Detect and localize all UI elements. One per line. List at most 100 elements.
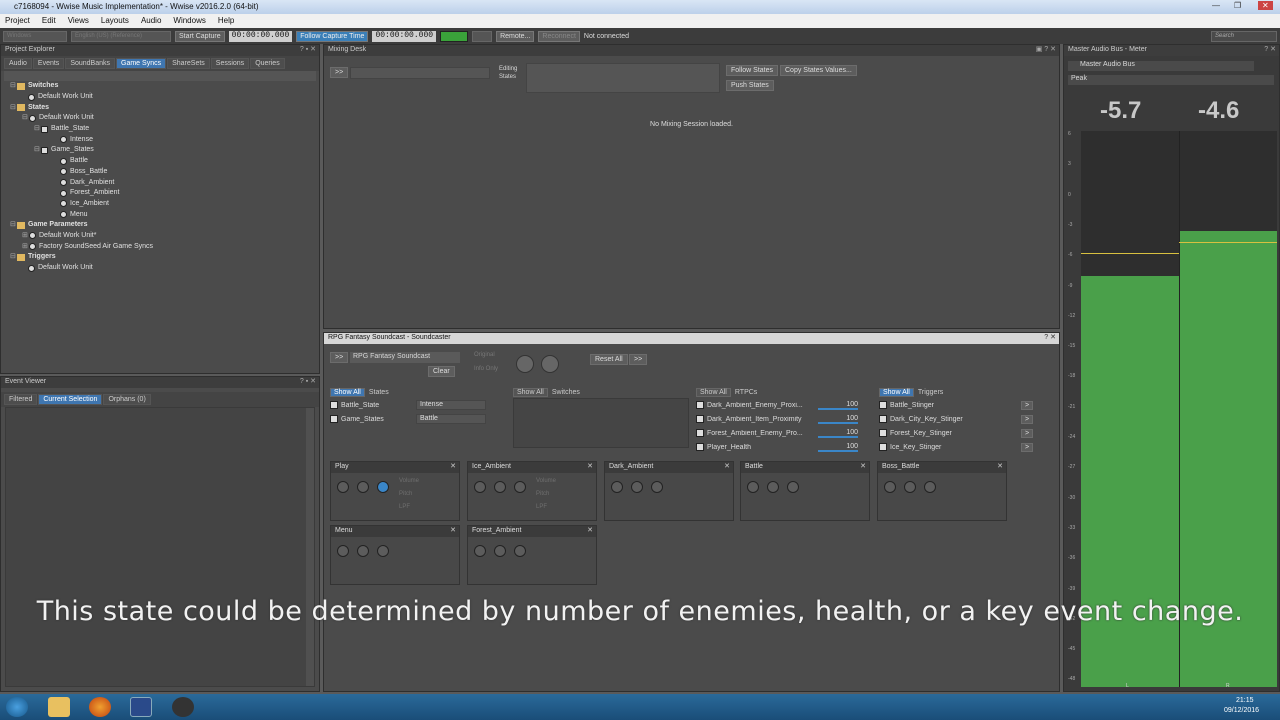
file-explorer-icon[interactable] bbox=[48, 697, 70, 717]
tree-item[interactable]: Default Work Unit bbox=[4, 92, 316, 103]
play-icon[interactable] bbox=[787, 481, 799, 493]
language-select[interactable]: English (US) (Reference) bbox=[71, 30, 171, 42]
start-button-icon[interactable] bbox=[6, 697, 28, 717]
expand-icon[interactable]: ⊟ bbox=[10, 81, 17, 91]
play-icon[interactable] bbox=[651, 481, 663, 493]
close-icon[interactable]: ✕ bbox=[1258, 1, 1273, 10]
remove-tile-icon[interactable]: ✕ bbox=[587, 526, 593, 534]
state-value-select[interactable]: Intense bbox=[416, 400, 486, 410]
menu-project[interactable]: Project bbox=[5, 16, 30, 26]
stop-icon[interactable] bbox=[337, 545, 349, 557]
show-all-switches-button[interactable]: Show All bbox=[513, 388, 548, 397]
tree-item[interactable]: ⊟ Switches bbox=[4, 81, 316, 92]
pause-icon[interactable] bbox=[904, 481, 916, 493]
show-all-states-button[interactable]: Show All bbox=[330, 388, 365, 397]
menu-edit[interactable]: Edit bbox=[42, 16, 56, 26]
stop-all-icon[interactable] bbox=[516, 355, 534, 373]
firefox-icon[interactable] bbox=[89, 697, 111, 717]
rtpc-slider[interactable]: 100 bbox=[818, 415, 858, 424]
pause-all-icon[interactable] bbox=[541, 355, 559, 373]
follow-states-button[interactable]: Follow States bbox=[726, 65, 779, 76]
tree-item[interactable]: ⊟ States bbox=[4, 102, 316, 113]
minimize-icon[interactable]: — bbox=[1212, 1, 1220, 10]
stop-icon[interactable] bbox=[337, 481, 349, 493]
tree-item[interactable]: ⊟ Game_States bbox=[4, 145, 316, 156]
obs-icon[interactable] bbox=[172, 697, 194, 717]
tree-item[interactable]: Default Work Unit bbox=[4, 263, 316, 274]
expand-icon[interactable]: ⊟ bbox=[10, 103, 17, 113]
stop-icon[interactable] bbox=[474, 481, 486, 493]
rtpc-slider[interactable]: 100 bbox=[818, 401, 858, 410]
reconnect-button[interactable]: Reconnect bbox=[538, 30, 580, 42]
tab-game-syncs[interactable]: Game Syncs bbox=[116, 58, 167, 69]
panel-buttons-icon[interactable]: ? ▪ ✕ bbox=[300, 45, 316, 53]
pause-icon[interactable] bbox=[494, 545, 506, 557]
rtpc-slider[interactable]: 100 bbox=[818, 429, 858, 438]
remove-tile-icon[interactable]: ✕ bbox=[450, 526, 456, 534]
scrollbar[interactable] bbox=[306, 408, 314, 686]
tab-audio[interactable]: Audio bbox=[4, 58, 32, 69]
tab-current-selection[interactable]: Current Selection bbox=[38, 394, 103, 405]
panel-buttons-icon[interactable]: ? ▪ ✕ bbox=[300, 377, 316, 385]
pause-icon[interactable] bbox=[494, 481, 506, 493]
pause-icon[interactable] bbox=[357, 545, 369, 557]
mixing-session-field[interactable] bbox=[350, 67, 490, 79]
remove-tile-icon[interactable]: ✕ bbox=[860, 462, 866, 470]
tab-orphans[interactable]: Orphans (0) bbox=[103, 394, 151, 405]
pause-icon[interactable] bbox=[357, 481, 369, 493]
expand-button[interactable]: >> bbox=[330, 67, 349, 78]
meter-mode-select[interactable]: Peak bbox=[1068, 75, 1274, 85]
tab-filtered[interactable]: Filtered bbox=[4, 394, 38, 405]
tree-item[interactable]: ⊞ Default Work Unit* bbox=[4, 231, 316, 242]
play-icon[interactable] bbox=[377, 545, 389, 557]
panel-buttons-icon[interactable]: ? ✕ bbox=[1264, 45, 1276, 53]
state-value-select[interactable]: Battle bbox=[416, 414, 486, 424]
expand-icon[interactable]: ⊟ bbox=[22, 113, 29, 123]
post-trigger-button[interactable]: > bbox=[1021, 442, 1034, 452]
tree-item[interactable]: Boss_Battle bbox=[4, 167, 316, 178]
tree-item[interactable]: Menu bbox=[4, 209, 316, 220]
play-icon[interactable] bbox=[514, 481, 526, 493]
expand-icon[interactable]: ⊞ bbox=[22, 242, 29, 252]
tree-item[interactable]: ⊞ Factory SoundSeed Air Game Syncs bbox=[4, 241, 316, 252]
reset-options-button[interactable]: >> bbox=[629, 354, 648, 365]
expand-button[interactable]: >> bbox=[330, 352, 349, 363]
capture-options-icon[interactable] bbox=[472, 30, 493, 42]
start-capture-button[interactable]: Start Capture bbox=[175, 30, 225, 42]
remote-button[interactable]: Remote... bbox=[496, 30, 535, 42]
post-trigger-button[interactable]: > bbox=[1021, 414, 1034, 424]
info-only-toggle[interactable]: Info Only bbox=[474, 366, 498, 372]
platform-select[interactable]: Windows bbox=[3, 30, 67, 42]
play-icon[interactable] bbox=[514, 545, 526, 557]
bus-select[interactable]: Master Audio Bus bbox=[1068, 61, 1254, 71]
tab-sharesets[interactable]: ShareSets bbox=[167, 58, 210, 69]
tree-item[interactable]: Intense bbox=[4, 134, 316, 145]
search-input[interactable]: Search bbox=[1211, 30, 1277, 42]
tab-events[interactable]: Events bbox=[32, 58, 65, 69]
remove-tile-icon[interactable]: ✕ bbox=[587, 462, 593, 470]
panel-buttons-icon[interactable]: ? ✕ bbox=[1044, 333, 1056, 341]
tree-item[interactable]: Dark_Ambient bbox=[4, 177, 316, 188]
stop-icon[interactable] bbox=[884, 481, 896, 493]
clear-button[interactable]: Clear bbox=[428, 366, 455, 377]
panel-buttons-icon[interactable]: ▣ ? ✕ bbox=[1036, 45, 1056, 53]
editing-states-field[interactable] bbox=[526, 63, 720, 93]
tree-item[interactable]: Battle bbox=[4, 156, 316, 167]
tab-queries[interactable]: Queries bbox=[250, 58, 285, 69]
tree-item[interactable]: Forest_Ambient bbox=[4, 188, 316, 199]
pause-icon[interactable] bbox=[767, 481, 779, 493]
menu-help[interactable]: Help bbox=[218, 16, 234, 26]
copy-states-button[interactable]: Copy States Values... bbox=[780, 65, 857, 76]
remove-tile-icon[interactable]: ✕ bbox=[724, 462, 730, 470]
stop-icon[interactable] bbox=[611, 481, 623, 493]
original-toggle[interactable]: Original bbox=[474, 352, 495, 358]
reset-all-button[interactable]: Reset All bbox=[590, 354, 628, 365]
rtpc-slider[interactable]: 100 bbox=[818, 443, 858, 452]
post-trigger-button[interactable]: > bbox=[1021, 428, 1034, 438]
tree-item[interactable]: ⊟ Game Parameters bbox=[4, 220, 316, 231]
menu-audio[interactable]: Audio bbox=[141, 16, 161, 26]
push-states-button[interactable]: Push States bbox=[726, 80, 774, 91]
stop-icon[interactable] bbox=[474, 545, 486, 557]
pause-icon[interactable] bbox=[631, 481, 643, 493]
show-all-rtpcs-button[interactable]: Show All bbox=[696, 388, 731, 397]
